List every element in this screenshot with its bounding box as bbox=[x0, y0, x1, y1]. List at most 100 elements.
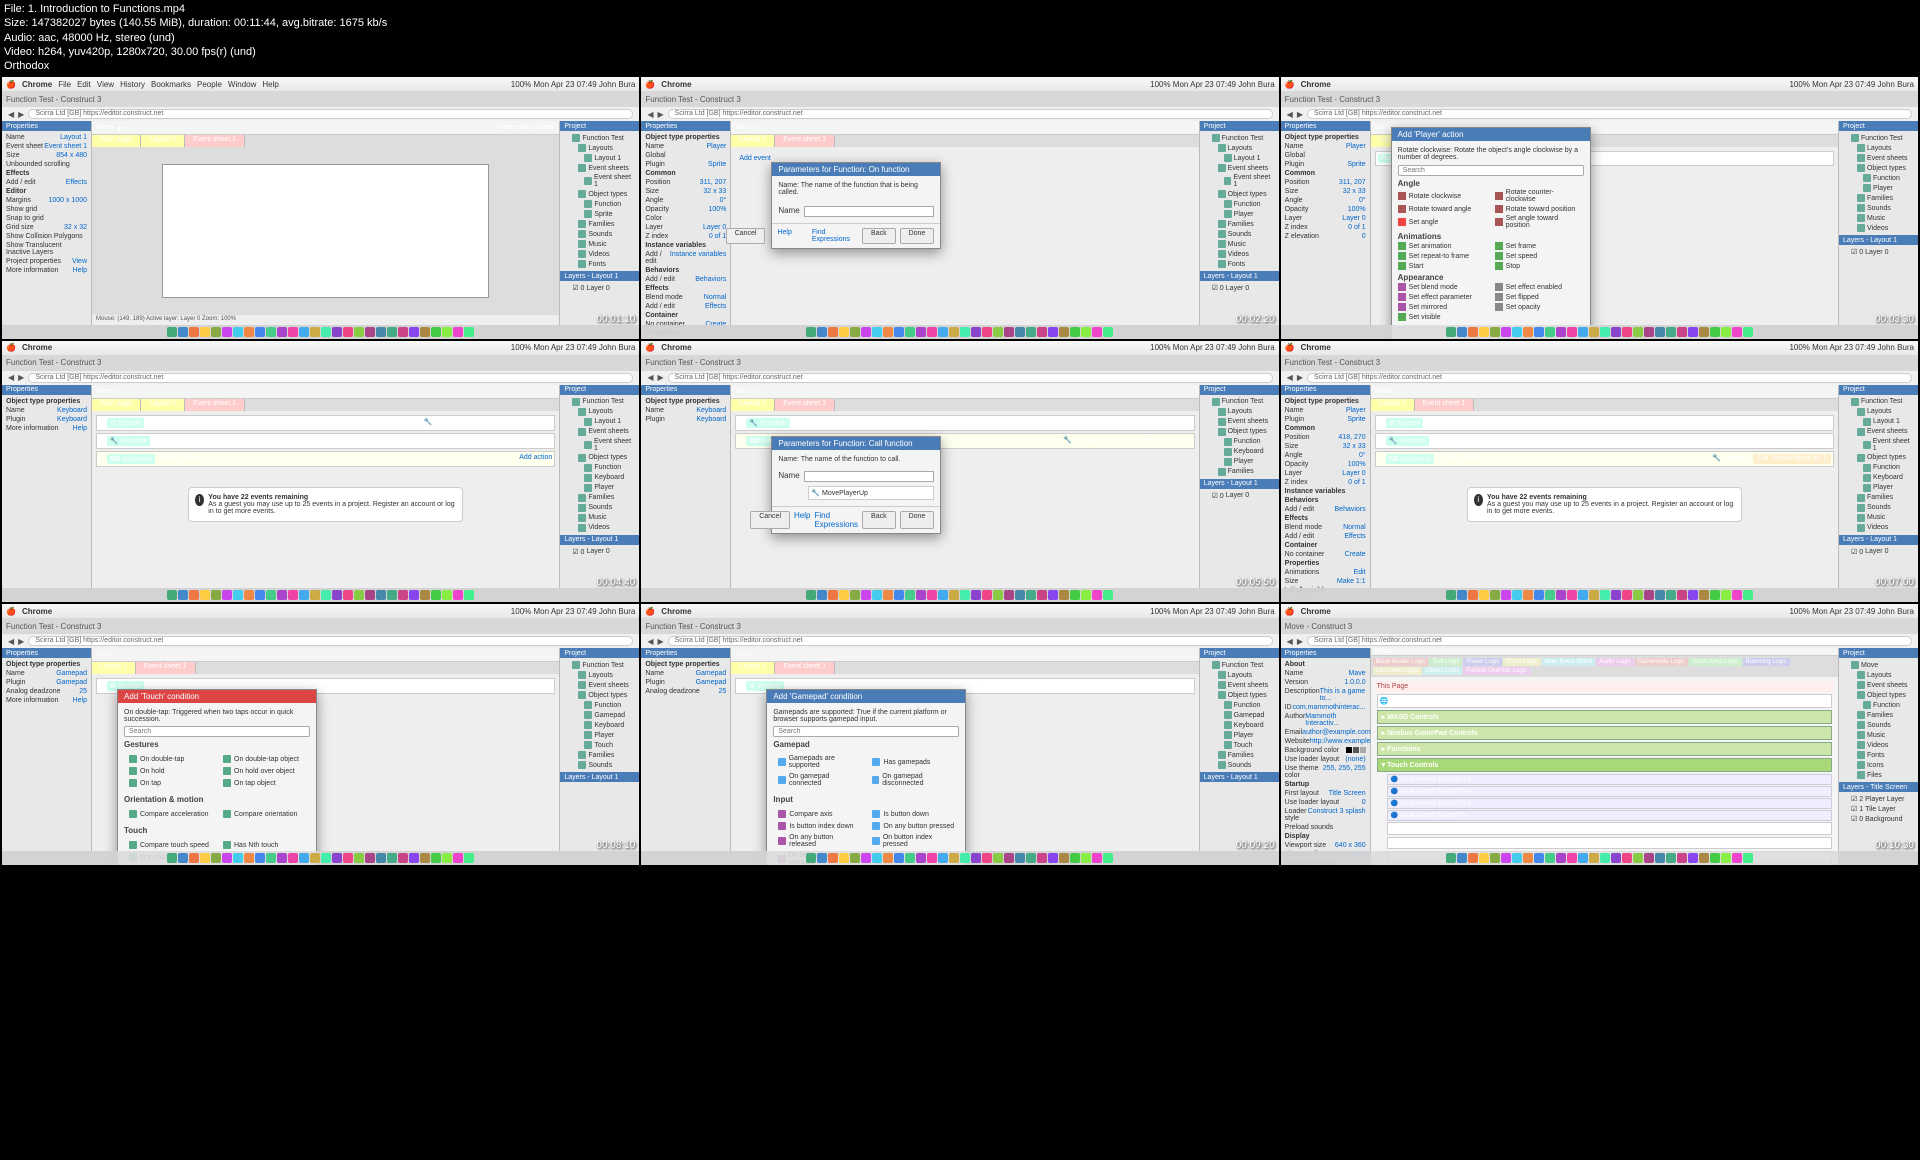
dock-app-icon[interactable] bbox=[1523, 853, 1533, 863]
dock-app-icon[interactable] bbox=[222, 327, 232, 337]
dock-app-icon[interactable] bbox=[255, 590, 265, 600]
dock-app-icon[interactable] bbox=[1523, 327, 1533, 337]
dock-app-icon[interactable] bbox=[387, 590, 397, 600]
dock-app-icon[interactable] bbox=[354, 590, 364, 600]
dock-app-icon[interactable] bbox=[1512, 590, 1522, 600]
dock-app-icon[interactable] bbox=[1644, 590, 1654, 600]
dock-app-icon[interactable] bbox=[1743, 853, 1753, 863]
layout-canvas[interactable] bbox=[92, 147, 559, 314]
dock-app-icon[interactable] bbox=[1732, 590, 1742, 600]
menu-button[interactable]: Menu bbox=[96, 124, 114, 131]
dock-app-icon[interactable] bbox=[817, 853, 827, 863]
dock-app-icon[interactable] bbox=[960, 590, 970, 600]
dock-app-icon[interactable] bbox=[916, 590, 926, 600]
dock-app-icon[interactable] bbox=[464, 590, 474, 600]
dock-app-icon[interactable] bbox=[1578, 327, 1588, 337]
dock-app-icon[interactable] bbox=[1048, 590, 1058, 600]
dock-app-icon[interactable] bbox=[1048, 853, 1058, 863]
dock-app-icon[interactable] bbox=[971, 327, 981, 337]
dock-app-icon[interactable] bbox=[1633, 590, 1643, 600]
dock-app-icon[interactable] bbox=[288, 590, 298, 600]
dock-app-icon[interactable] bbox=[200, 853, 210, 863]
dock-app-icon[interactable] bbox=[431, 853, 441, 863]
dock-app-icon[interactable] bbox=[1732, 327, 1742, 337]
dock-app-icon[interactable] bbox=[1655, 327, 1665, 337]
dock-app-icon[interactable] bbox=[332, 590, 342, 600]
dock-app-icon[interactable] bbox=[1611, 590, 1621, 600]
dock-app-icon[interactable] bbox=[277, 327, 287, 337]
dock-app-icon[interactable] bbox=[982, 853, 992, 863]
dock-app-icon[interactable] bbox=[861, 327, 871, 337]
dock-app-icon[interactable] bbox=[376, 590, 386, 600]
dock-app-icon[interactable] bbox=[1490, 590, 1500, 600]
touch-group[interactable]: ▾ Touch Controls bbox=[1377, 758, 1832, 772]
dock-app-icon[interactable] bbox=[464, 853, 474, 863]
dock-app-icon[interactable] bbox=[1721, 590, 1731, 600]
dock-app-icon[interactable] bbox=[1457, 853, 1467, 863]
dock-app-icon[interactable] bbox=[167, 853, 177, 863]
dock-app-icon[interactable] bbox=[872, 327, 882, 337]
dock-app-icon[interactable] bbox=[277, 853, 287, 863]
dock-app-icon[interactable] bbox=[1545, 327, 1555, 337]
dock-app-icon[interactable] bbox=[1512, 327, 1522, 337]
back-button[interactable]: Back bbox=[862, 228, 896, 244]
dock-app-icon[interactable] bbox=[1567, 327, 1577, 337]
dock-app-icon[interactable] bbox=[1589, 853, 1599, 863]
help-link[interactable]: Help bbox=[769, 228, 799, 244]
dock-app-icon[interactable] bbox=[1015, 590, 1025, 600]
dock-app-icon[interactable] bbox=[442, 853, 452, 863]
dock-app-icon[interactable] bbox=[200, 590, 210, 600]
dock-app-icon[interactable] bbox=[1633, 853, 1643, 863]
dock-app-icon[interactable] bbox=[938, 853, 948, 863]
dock-app-icon[interactable] bbox=[1446, 327, 1456, 337]
dock-app-icon[interactable] bbox=[1677, 853, 1687, 863]
dock-app-icon[interactable] bbox=[1666, 590, 1676, 600]
dock-app-icon[interactable] bbox=[850, 590, 860, 600]
dock-app-icon[interactable] bbox=[1468, 327, 1478, 337]
dock-app-icon[interactable] bbox=[839, 327, 849, 337]
dock-app-icon[interactable] bbox=[420, 853, 430, 863]
dock-app-icon[interactable] bbox=[839, 590, 849, 600]
dock-app-icon[interactable] bbox=[1037, 853, 1047, 863]
fwd-icon[interactable]: ▶ bbox=[18, 110, 24, 119]
dock-app-icon[interactable] bbox=[453, 590, 463, 600]
dock-app-icon[interactable] bbox=[1479, 590, 1489, 600]
dock-app-icon[interactable] bbox=[916, 327, 926, 337]
dock-app-icon[interactable] bbox=[1710, 327, 1720, 337]
dock-app-icon[interactable] bbox=[1545, 590, 1555, 600]
dock-app-icon[interactable] bbox=[222, 853, 232, 863]
dock-app-icon[interactable] bbox=[1037, 327, 1047, 337]
dock-app-icon[interactable] bbox=[310, 327, 320, 337]
dock-app-icon[interactable] bbox=[233, 590, 243, 600]
dock-app-icon[interactable] bbox=[916, 853, 926, 863]
cancel-button[interactable]: Cancel bbox=[726, 228, 766, 244]
dock-app-icon[interactable] bbox=[189, 327, 199, 337]
dock-app-icon[interactable] bbox=[872, 853, 882, 863]
dock-app-icon[interactable] bbox=[927, 327, 937, 337]
dock-app-icon[interactable] bbox=[1070, 590, 1080, 600]
dock-app-icon[interactable] bbox=[1655, 853, 1665, 863]
dock-app-icon[interactable] bbox=[1081, 590, 1091, 600]
dock-app-icon[interactable] bbox=[1092, 853, 1102, 863]
dock-app-icon[interactable] bbox=[233, 327, 243, 337]
dock-app-icon[interactable] bbox=[409, 327, 419, 337]
dock-app-icon[interactable] bbox=[1666, 327, 1676, 337]
dock-app-icon[interactable] bbox=[354, 327, 364, 337]
dock-app-icon[interactable] bbox=[1103, 853, 1113, 863]
dock-app-icon[interactable] bbox=[1622, 853, 1632, 863]
dock-app-icon[interactable] bbox=[1081, 327, 1091, 337]
dock-app-icon[interactable] bbox=[1081, 853, 1091, 863]
dock-app-icon[interactable] bbox=[211, 590, 221, 600]
dock-app-icon[interactable] bbox=[1512, 853, 1522, 863]
dock-app-icon[interactable] bbox=[1699, 590, 1709, 600]
dock-app-icon[interactable] bbox=[321, 853, 331, 863]
dock-app-icon[interactable] bbox=[178, 853, 188, 863]
dock-app-icon[interactable] bbox=[1037, 590, 1047, 600]
dock-app-icon[interactable] bbox=[817, 327, 827, 337]
dock-app-icon[interactable] bbox=[982, 590, 992, 600]
dock-app-icon[interactable] bbox=[1644, 853, 1654, 863]
dock-app-icon[interactable] bbox=[1556, 853, 1566, 863]
dock-app-icon[interactable] bbox=[894, 590, 904, 600]
dock-app-icon[interactable] bbox=[387, 327, 397, 337]
dock-app-icon[interactable] bbox=[1092, 590, 1102, 600]
